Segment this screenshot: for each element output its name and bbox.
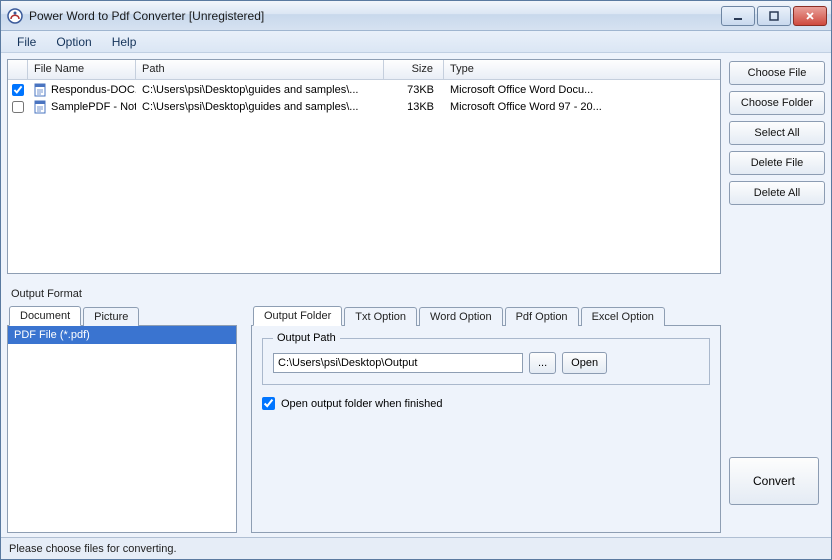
output-tabstrip: Output Folder Txt Option Word Option Pdf… <box>251 304 721 326</box>
menu-option[interactable]: Option <box>46 33 101 51</box>
file-size: 73KB <box>384 84 444 96</box>
tab-excel-option[interactable]: Excel Option <box>581 307 665 326</box>
open-when-finished-row: Open output folder when finished <box>262 397 710 410</box>
format-tabstrip: Document Picture <box>7 304 237 326</box>
titlebar: Power Word to Pdf Converter [Unregistere… <box>1 1 831 31</box>
word-doc-icon <box>34 100 48 114</box>
file-type: Microsoft Office Word 97 - 20... <box>444 101 720 113</box>
select-all-button[interactable]: Select All <box>729 121 825 145</box>
app-window: Power Word to Pdf Converter [Unregistere… <box>0 0 832 560</box>
col-path[interactable]: Path <box>136 60 384 79</box>
tab-txt-option[interactable]: Txt Option <box>344 307 417 326</box>
file-size: 13KB <box>384 101 444 113</box>
status-text: Please choose files for converting. <box>9 543 177 555</box>
app-icon <box>7 8 23 24</box>
file-path: C:\Users\psi\Desktop\guides and samples\… <box>136 101 384 113</box>
row-checkbox[interactable] <box>12 84 24 96</box>
col-size[interactable]: Size <box>384 60 444 79</box>
file-path: C:\Users\psi\Desktop\guides and samples\… <box>136 84 384 96</box>
output-path-group: Output Path ... Open <box>262 332 710 385</box>
word-doc-icon <box>34 83 48 97</box>
format-entry-pdf[interactable]: PDF File (*.pdf) <box>8 326 236 344</box>
maximize-button[interactable] <box>757 6 791 26</box>
lower-area: Output Format Document Picture PDF File … <box>7 288 825 533</box>
col-type[interactable]: Type <box>444 60 720 79</box>
browse-button[interactable]: ... <box>529 352 556 374</box>
tab-document[interactable]: Document <box>9 306 81 326</box>
convert-button[interactable]: Convert <box>729 457 819 505</box>
tab-pdf-option[interactable]: Pdf Option <box>505 307 579 326</box>
output-options-box: Output Folder Txt Option Word Option Pdf… <box>251 304 721 533</box>
tab-word-option[interactable]: Word Option <box>419 307 503 326</box>
col-checkbox[interactable] <box>8 60 28 79</box>
open-when-finished-label: Open output folder when finished <box>281 398 442 410</box>
file-list[interactable]: File Name Path Size Type Respondus-DOC..… <box>7 59 721 274</box>
open-button[interactable]: Open <box>562 352 607 374</box>
menubar: File Option Help <box>1 31 831 53</box>
file-list-header: File Name Path Size Type <box>8 60 720 80</box>
col-filename[interactable]: File Name <box>28 60 136 79</box>
file-list-body: Respondus-DOC... C:\Users\psi\Desktop\gu… <box>8 80 720 116</box>
choose-folder-button[interactable]: Choose Folder <box>729 91 825 115</box>
tab-output-folder[interactable]: Output Folder <box>253 306 342 326</box>
window-title: Power Word to Pdf Converter [Unregistere… <box>29 9 264 23</box>
action-buttons: Choose File Choose Folder Select All Del… <box>729 59 825 274</box>
output-tab-body: Output Path ... Open Open output folder … <box>251 326 721 533</box>
menu-help[interactable]: Help <box>102 33 147 51</box>
tab-picture[interactable]: Picture <box>83 307 139 326</box>
open-when-finished-checkbox[interactable] <box>262 397 275 410</box>
delete-file-button[interactable]: Delete File <box>729 151 825 175</box>
output-path-legend: Output Path <box>273 332 340 344</box>
upper-row: File Name Path Size Type Respondus-DOC..… <box>7 59 825 274</box>
statusbar: Please choose files for converting. <box>1 537 831 559</box>
window-controls <box>721 6 827 26</box>
file-name: SamplePDF - Not... <box>51 101 136 113</box>
close-button[interactable] <box>793 6 827 26</box>
output-format-box: Document Picture PDF File (*.pdf) <box>7 304 237 533</box>
choose-file-button[interactable]: Choose File <box>729 61 825 85</box>
output-format-label: Output Format <box>11 288 825 300</box>
content-area: File Name Path Size Type Respondus-DOC..… <box>1 53 831 533</box>
minimize-button[interactable] <box>721 6 755 26</box>
table-row[interactable]: Respondus-DOC... C:\Users\psi\Desktop\gu… <box>8 81 720 98</box>
row-checkbox[interactable] <box>12 101 24 113</box>
file-name: Respondus-DOC... <box>51 84 136 96</box>
table-row[interactable]: SamplePDF - Not... C:\Users\psi\Desktop\… <box>8 98 720 115</box>
file-type: Microsoft Office Word Docu... <box>444 84 720 96</box>
output-path-input[interactable] <box>273 353 523 373</box>
format-list[interactable]: PDF File (*.pdf) <box>7 326 237 533</box>
delete-all-button[interactable]: Delete All <box>729 181 825 205</box>
menu-file[interactable]: File <box>7 33 46 51</box>
